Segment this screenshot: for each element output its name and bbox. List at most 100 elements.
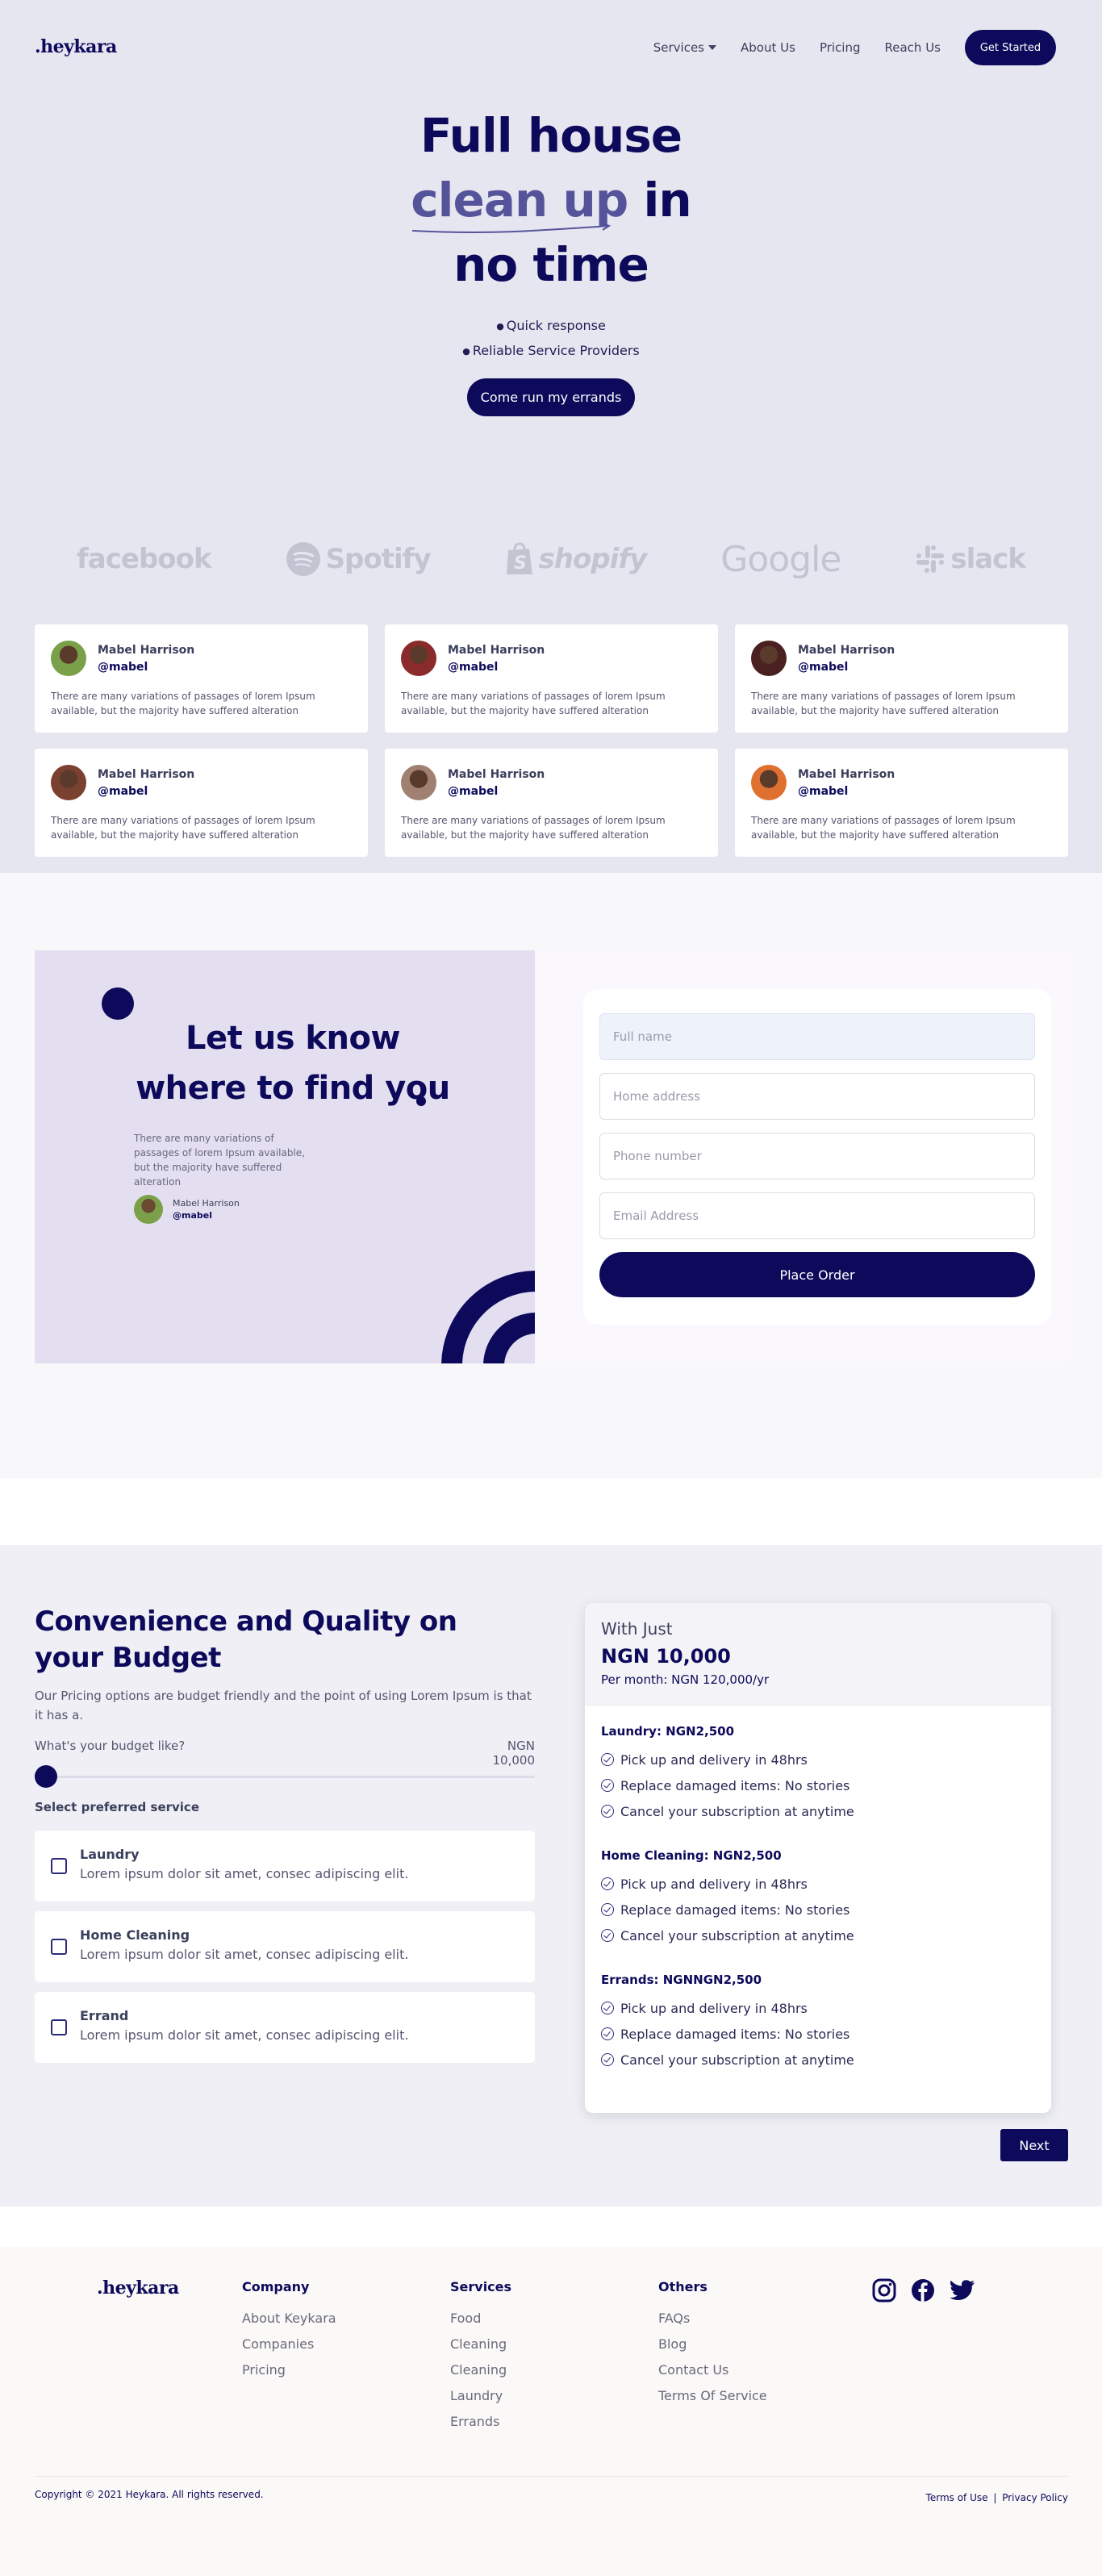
plan-feature-text: Pick up and delivery in 48hrs — [620, 1751, 808, 1768]
email-address-input[interactable] — [599, 1192, 1035, 1239]
top-nav: .heykara Services About Us Pricing Reach… — [35, 29, 1056, 66]
testimonial-text: There are many variations of passages of… — [51, 815, 315, 841]
service-desc: Lorem ipsum dolor sit amet, consec adipi… — [80, 2027, 409, 2043]
check-circle-icon — [601, 2053, 614, 2066]
plan-per-month: Per month: NGN 120,000/yr — [601, 1672, 770, 1687]
footer-column-others: Others FAQs Blog Contact Us Terms Of Service — [658, 2279, 767, 2409]
check-circle-icon — [601, 1779, 614, 1792]
footer-link[interactable]: Companies — [242, 2332, 336, 2357]
svg-text:S: S — [514, 553, 526, 574]
plan-feature-text: Pick up and delivery in 48hrs — [620, 1876, 808, 1892]
privacy-link[interactable]: Privacy Policy — [1002, 2492, 1068, 2503]
place-order-button[interactable]: Place Order — [599, 1252, 1035, 1297]
legal-links: Terms of Use | Privacy Policy — [926, 2492, 1068, 2503]
footer-link[interactable]: Pricing — [242, 2357, 336, 2383]
find-text: There are many variations of passages of… — [134, 1133, 306, 1188]
facebook-logo-text: facebook — [77, 543, 212, 575]
footer-link[interactable]: Errands — [450, 2409, 511, 2435]
testimonial-handle: @mabel — [98, 661, 148, 674]
section-spacer — [0, 1478, 1102, 1545]
footer-link[interactable]: Contact Us — [658, 2357, 767, 2383]
service-desc: Lorem ipsum dolor sit amet, consec adipi… — [80, 1947, 409, 1962]
order-info-panel: Let us know where to find you There are … — [35, 950, 535, 1363]
budget-slider-track[interactable] — [35, 1776, 535, 1778]
footer-link[interactable]: Cleaning — [450, 2332, 511, 2357]
footer-link[interactable]: FAQs — [658, 2306, 767, 2332]
plan-feature-text: Cancel your subscription at anytime — [620, 1927, 854, 1943]
testimonial-name: Mabel Harrison — [798, 644, 895, 657]
shopify-bag-icon: S — [506, 542, 532, 574]
plan-group-title: Home Cleaning: NGN2,500 — [601, 1848, 782, 1863]
phone-number-input[interactable] — [599, 1133, 1035, 1179]
footer-divider — [35, 2476, 1067, 2477]
footer-link[interactable]: Laundry — [450, 2383, 511, 2409]
footer-link[interactable]: Food — [450, 2306, 511, 2332]
nav-reach[interactable]: Reach Us — [885, 40, 941, 55]
errand-checkbox[interactable] — [51, 2019, 67, 2035]
nav-services[interactable]: Services — [653, 40, 717, 55]
footer-link[interactable]: Cleaning — [450, 2357, 511, 2383]
testimonial-name: Mabel Harrison — [448, 768, 545, 781]
underline-swoosh-icon — [412, 222, 612, 233]
shopify-logo: S shopify — [505, 542, 647, 576]
chevron-down-icon — [708, 45, 717, 50]
testimonial-name: Mabel Harrison — [98, 644, 195, 657]
plan-feature: Pick up and delivery in 48hrs — [601, 1747, 1035, 1772]
budget-label: What's your budget like? — [35, 1739, 186, 1753]
twitter-icon[interactable] — [949, 2277, 976, 2307]
plan-price: NGN 10,000 — [601, 1645, 731, 1668]
check-circle-icon — [601, 1805, 614, 1818]
service-name: Laundry — [80, 1847, 140, 1862]
order-section: Let us know where to find you There are … — [0, 873, 1102, 1478]
plan-feature-text: Replace damaged items: No stories — [620, 1777, 850, 1793]
service-option-home-cleaning[interactable]: Home Cleaning Lorem ipsum dolor sit amet… — [35, 1911, 535, 1982]
plan-feature: Replace damaged items: No stories — [601, 1897, 1035, 1923]
footer-column-services: Services Food Cleaning Cleaning Laundry Erran… — [450, 2279, 511, 2435]
hero-highlight-text: clean up — [411, 173, 628, 228]
google-logo-text: Google — [720, 538, 841, 580]
facebook-icon[interactable] — [910, 2277, 936, 2307]
full-name-input[interactable] — [599, 1013, 1035, 1060]
plan-feature-text: Replace damaged items: No stories — [620, 2026, 850, 2042]
concentric-rings-decoration — [441, 1271, 535, 1363]
service-option-laundry[interactable]: Laundry Lorem ipsum dolor sit amet, cons… — [35, 1831, 535, 1902]
laundry-checkbox[interactable] — [51, 1858, 67, 1874]
plan-feature-text: Cancel your subscription at anytime — [620, 1803, 854, 1819]
find-title: Let us know where to find you — [136, 1020, 450, 1107]
plan-summary-header: With Just NGN 10,000 Per month: NGN 120,… — [585, 1603, 1051, 1706]
testimonial-card: Mabel Harrison @mabel There are many varia… — [35, 624, 368, 733]
decorative-dot — [416, 1096, 426, 1106]
plan-feature: Cancel your subscription at anytime — [601, 2047, 1035, 2073]
instagram-icon[interactable] — [871, 2277, 897, 2307]
nav-about[interactable]: About Us — [741, 40, 795, 55]
budget-slider-thumb[interactable] — [35, 1765, 57, 1788]
avatar — [751, 765, 787, 800]
footer-link[interactable]: About Keykara — [242, 2306, 336, 2332]
footer-link[interactable]: Blog — [658, 2332, 767, 2357]
footer-logo[interactable]: .heykara — [97, 2277, 179, 2298]
footer-column-company: Company About Keykara Companies Pricing — [242, 2279, 336, 2383]
home-address-input[interactable] — [599, 1073, 1035, 1120]
nav-pricing[interactable]: Pricing — [820, 40, 861, 55]
check-circle-icon — [601, 1753, 614, 1766]
plan-feature-text: Pick up and delivery in 48hrs — [620, 2000, 808, 2016]
order-panel: Let us know where to find you There are … — [35, 950, 1067, 1363]
run-errands-button[interactable]: Come run my errands — [467, 378, 635, 416]
nav-links: Services About Us Pricing Reach Us Get S… — [653, 29, 1056, 66]
testimonial-text: There are many variations of passages of… — [751, 815, 1016, 841]
decorative-dot — [102, 987, 134, 1020]
service-name: Errand — [80, 2008, 129, 2023]
logo[interactable]: .heykara — [35, 36, 117, 57]
find-author-name: Mabel Harrison — [173, 1198, 240, 1209]
get-started-button[interactable]: Get Started — [965, 30, 1056, 65]
service-option-errand[interactable]: Errand Lorem ipsum dolor sit amet, conse… — [35, 1992, 535, 2063]
home-cleaning-checkbox[interactable] — [51, 1939, 67, 1955]
testimonial-handle: @mabel — [448, 785, 499, 798]
testimonial-handle: @mabel — [448, 661, 499, 674]
footer-link[interactable]: Terms Of Service — [658, 2383, 767, 2409]
plan-feature-text: Replace damaged items: No stories — [620, 1902, 850, 1918]
plan-summary-card: With Just NGN 10,000 Per month: NGN 120,… — [585, 1603, 1051, 2113]
avatar — [401, 641, 436, 676]
terms-link[interactable]: Terms of Use — [926, 2492, 988, 2503]
next-button[interactable]: Next — [1000, 2129, 1068, 2161]
